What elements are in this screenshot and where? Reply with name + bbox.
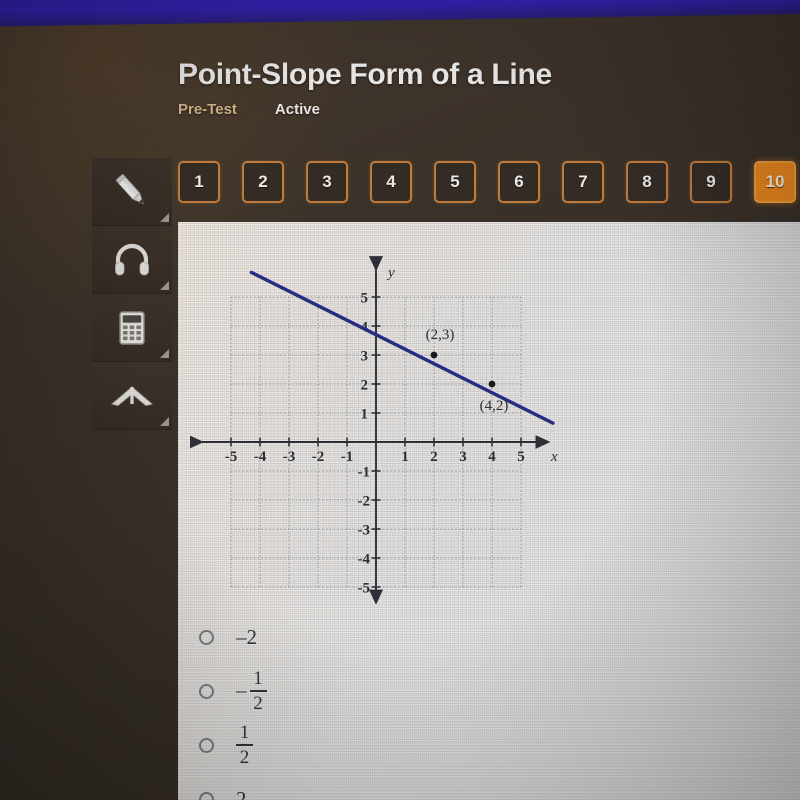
radio-button-4[interactable]	[199, 791, 214, 800]
y-tick-label: -2	[358, 494, 371, 510]
answer-option-label-1: –2	[236, 624, 257, 649]
question-tab-7[interactable]: 7	[562, 161, 604, 203]
question-tab-1[interactable]: 1	[178, 161, 220, 203]
data-point	[488, 380, 496, 388]
x-tick-label: 2	[430, 449, 438, 465]
pretest-label: Pre-Test	[178, 101, 237, 118]
y-tick-label: 2	[361, 378, 369, 394]
radio-button-3[interactable]	[199, 737, 214, 753]
fraction-denominator-3: 2	[239, 747, 250, 768]
y-tick-label: 1	[361, 407, 369, 423]
question-tab-2[interactable]: 2	[242, 161, 284, 203]
question-tab-8[interactable]: 8	[626, 161, 668, 203]
screenshot-root: Point-Slope Form of a Line Pre-Test Acti…	[0, 0, 800, 800]
y-tick-label: 3	[361, 349, 369, 365]
radio-button-1[interactable]	[199, 629, 214, 645]
y-tick-label: -4	[358, 552, 371, 568]
chevron-up-icon	[108, 374, 156, 418]
tool-button-collapse[interactable]	[92, 362, 172, 430]
question-tab-9[interactable]: 9	[690, 161, 732, 203]
answer-option-label-3: 12	[236, 721, 253, 768]
pencil-icon	[110, 170, 154, 214]
x-tick-label: -4	[254, 449, 267, 465]
radio-button-2[interactable]	[199, 683, 214, 699]
y-tick-label: -1	[358, 465, 371, 481]
page-title: Point-Slope Form of a Line	[178, 58, 552, 91]
fraction-numerator-2: 1	[253, 667, 263, 689]
tool-corner-marker	[160, 213, 169, 222]
subheader: Pre-Test Active	[178, 101, 552, 118]
calculator-icon	[110, 306, 154, 350]
tool-corner-marker	[160, 417, 169, 426]
y-tick-label: -3	[358, 523, 371, 539]
x-tick-label: 3	[459, 449, 467, 465]
answer-option-label-2: –1 2	[236, 667, 267, 714]
x-tick-label: 4	[488, 449, 496, 465]
data-point-label: (2,3)	[426, 327, 455, 343]
data-point	[430, 351, 438, 359]
x-tick-label: -5	[225, 449, 238, 465]
answer-option-label-4: 2	[236, 786, 247, 800]
question-tab-10[interactable]: 10	[754, 161, 796, 203]
question-tab-6[interactable]: 6	[498, 161, 540, 203]
fraction-denominator-2: 2	[253, 693, 263, 714]
fraction-bar-3	[236, 744, 253, 746]
answer-option-4[interactable]: 2	[198, 772, 518, 800]
tool-rail[interactable]	[92, 158, 172, 430]
y-tick-label: 5	[361, 291, 369, 307]
x-tick-label: 1	[401, 449, 409, 465]
tool-corner-marker	[160, 349, 169, 358]
tool-corner-marker	[160, 281, 169, 290]
headphones-icon	[110, 238, 154, 282]
fraction-sign-2: –	[236, 677, 247, 702]
x-tick-label: -2	[312, 449, 325, 465]
answer-option-3[interactable]: 12	[198, 718, 518, 772]
question-tabs[interactable]: 1 2 3 4 5 6 7 8 9 10	[178, 161, 796, 203]
question-content-panel: -5-4-3-2-112345-5-4-3-2-112345xy(2,3)(4,…	[178, 222, 800, 800]
fraction-2: 12	[249, 667, 267, 714]
answer-option-1[interactable]: –2	[198, 610, 518, 664]
x-tick-label: -3	[283, 449, 296, 465]
question-tab-3[interactable]: 3	[306, 161, 348, 203]
y-axis-label: y	[386, 265, 395, 281]
x-tick-label: -1	[341, 449, 354, 465]
graph-svg: -5-4-3-2-112345-5-4-3-2-112345xy(2,3)(4,…	[190, 256, 558, 604]
status-badge: Active	[274, 101, 320, 118]
fraction-bar-2	[249, 690, 267, 692]
question-tab-5[interactable]: 5	[434, 161, 476, 203]
data-point-label: (4,2)	[480, 398, 509, 414]
fraction-numerator-3: 1	[239, 721, 250, 743]
y-tick-label: -5	[358, 581, 371, 597]
tool-button-pencil[interactable]	[92, 158, 172, 226]
answer-options[interactable]: –2–1 2 1 2 2	[198, 610, 518, 800]
tool-button-calculator[interactable]	[92, 294, 172, 362]
x-axis-label: x	[550, 449, 558, 465]
answer-option-2[interactable]: –1 2	[198, 664, 518, 718]
fraction-3: 12	[236, 721, 253, 768]
coordinate-graph: -5-4-3-2-112345-5-4-3-2-112345xy(2,3)(4,…	[190, 224, 590, 604]
x-tick-label: 5	[517, 449, 525, 465]
tool-button-headphones[interactable]	[92, 226, 172, 294]
header: Point-Slope Form of a Line Pre-Test Acti…	[178, 58, 552, 118]
question-tab-4[interactable]: 4	[370, 161, 412, 203]
